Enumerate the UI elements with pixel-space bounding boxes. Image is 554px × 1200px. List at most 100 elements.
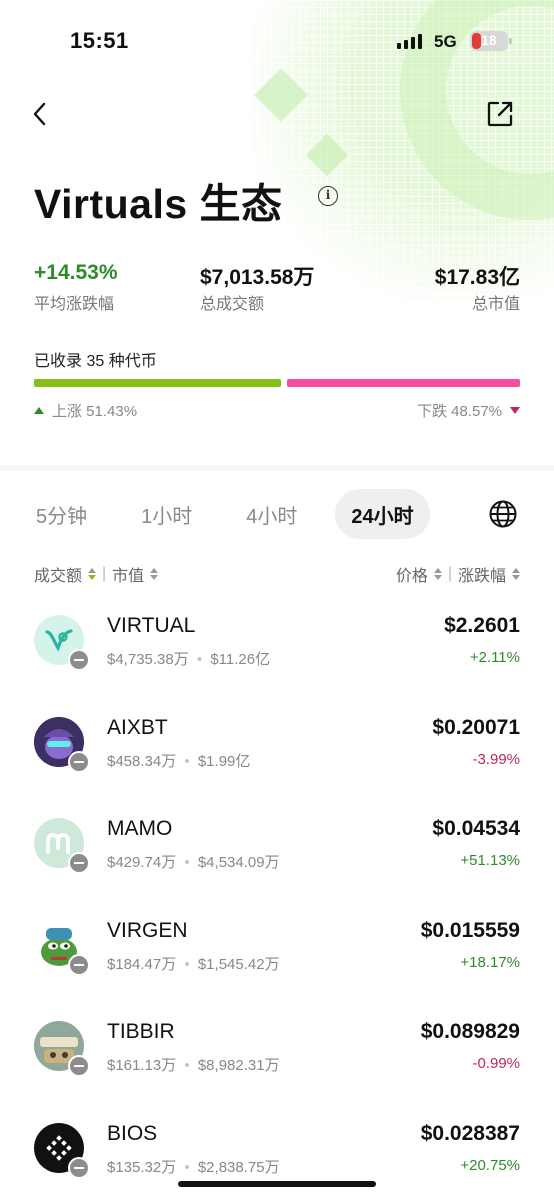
dot-separator: • — [184, 1057, 190, 1074]
total-market-cap-value: $17.83亿 — [434, 266, 520, 289]
up-ratio-bar — [34, 379, 281, 387]
token-volume: $4,735.38万 — [107, 651, 189, 668]
token-stats: $4,735.38万 • $11.26亿 — [107, 648, 270, 669]
globe-button[interactable] — [488, 499, 518, 529]
token-price: $0.015559 — [420, 918, 520, 942]
token-stats: $429.74万 • $4,534.09万 — [107, 851, 280, 872]
token-symbol: BIOS — [107, 1121, 158, 1145]
total-market-cap-label: 总市值 — [471, 296, 520, 313]
avg-change-value: +14.53% — [34, 261, 118, 284]
back-button[interactable] — [28, 100, 52, 128]
token-symbol: AIXBT — [107, 715, 168, 739]
token-volume: $458.34万 — [107, 752, 177, 770]
chain-badge-icon — [68, 649, 90, 671]
token-change: +20.75% — [460, 1156, 520, 1174]
dot-separator: • — [184, 752, 190, 770]
token-market-cap: $1.99亿 — [197, 752, 251, 770]
up-ratio-label: 上涨 51.43% — [52, 403, 138, 420]
token-stats: $458.34万 • $1.99亿 — [107, 750, 250, 771]
avg-change-label: 平均涨跌幅 — [34, 296, 115, 313]
signal-icon — [397, 33, 422, 49]
token-volume: $429.74万 — [107, 854, 177, 871]
share-button[interactable] — [486, 100, 514, 128]
down-ratio: 下跌 48.57% — [417, 400, 520, 421]
token-symbol: TIBBIR — [107, 1020, 175, 1043]
tab-1h[interactable]: 1小时 — [125, 489, 208, 539]
token-price: $0.04534 — [432, 817, 520, 840]
down-ratio-bar — [287, 379, 520, 387]
token-market-cap: $2,838.75万 — [197, 1158, 280, 1176]
sort-change[interactable]: 涨跌幅 — [458, 562, 506, 586]
sort-arrows-icon[interactable] — [433, 568, 442, 580]
token-change: -0.99% — [472, 1055, 520, 1072]
token-row[interactable]: AIXBT $458.34万 • $1.99亿 $0.20071 -3.99% — [0, 702, 554, 804]
token-volume: $161.13万 — [107, 1057, 177, 1074]
sort-left-group: 成交额 | 市值 — [34, 562, 159, 586]
token-market-cap: $8,982.31万 — [197, 1057, 280, 1074]
sort-divider: | — [102, 565, 107, 582]
token-market-cap: $1,545.42万 — [197, 955, 280, 973]
timeframe-tabs: 5分钟 1小时 4小时 24小时 — [20, 489, 452, 539]
token-symbol: MAMO — [107, 817, 173, 840]
token-volume: $135.32万 — [107, 1158, 177, 1176]
token-price: $0.028387 — [420, 1121, 520, 1145]
token-change: +2.11% — [469, 649, 520, 666]
down-triangle-icon — [510, 407, 520, 414]
token-change: +18.17% — [460, 953, 520, 971]
token-row[interactable]: TIBBIR $161.13万 • $8,982.31万 $0.089829 -… — [0, 1006, 554, 1108]
chain-badge-icon — [68, 852, 90, 874]
chain-badge-icon — [68, 953, 90, 976]
dot-separator: • — [184, 1158, 190, 1176]
status-time: 15:51 — [70, 28, 129, 53]
sort-market-cap[interactable]: 市值 — [112, 562, 144, 586]
token-change: +51.13% — [460, 852, 520, 869]
sort-arrows-icon[interactable] — [150, 568, 159, 580]
battery-icon: 18 — [470, 31, 512, 51]
token-list: VIRTUAL $4,735.38万 • $11.26亿 $2.2601 +2.… — [0, 600, 554, 1200]
total-volume-label: 总成交额 — [200, 296, 265, 313]
sort-price[interactable]: 价格 — [396, 562, 428, 586]
token-market-cap: $11.26亿 — [210, 651, 271, 668]
dot-separator: • — [184, 955, 190, 973]
token-change: -3.99% — [472, 750, 520, 768]
dot-separator: • — [184, 854, 190, 871]
token-price: $0.089829 — [420, 1020, 520, 1043]
chevron-left-icon — [33, 102, 46, 126]
dot-separator: • — [196, 651, 203, 668]
up-ratio: 上涨 51.43% — [34, 400, 137, 421]
token-volume: $184.47万 — [107, 955, 177, 973]
token-market-cap: $4,534.09万 — [197, 854, 280, 871]
sort-divider: | — [447, 565, 452, 582]
sort-arrows-icon[interactable] — [512, 568, 520, 580]
token-stats: $184.47万 • $1,545.42万 — [107, 953, 280, 974]
tab-4h[interactable]: 4小时 — [230, 489, 313, 539]
token-row[interactable]: VIRTUAL $4,735.38万 • $11.26亿 $2.2601 +2.… — [0, 600, 554, 702]
token-row[interactable]: MAMO $429.74万 • $4,534.09万 $0.04534 +51.… — [0, 803, 554, 905]
page-title: Virtuals 生态 — [34, 181, 283, 227]
home-indicator[interactable] — [178, 1181, 376, 1187]
token-price: $0.20071 — [432, 715, 520, 739]
token-row[interactable]: VIRGEN $184.47万 • $1,545.42万 $0.015559 +… — [0, 905, 554, 1007]
globe-icon — [489, 500, 517, 528]
external-link-icon — [487, 101, 513, 127]
token-price: $2.2601 — [444, 614, 520, 637]
token-stats: $161.13万 • $8,982.31万 — [107, 1054, 280, 1075]
section-divider — [0, 465, 554, 471]
token-symbol: VIRTUAL — [107, 614, 196, 637]
battery-level: 18 — [481, 32, 497, 48]
total-volume-value: $7,013.58万 — [200, 266, 315, 289]
info-icon[interactable]: i — [318, 186, 338, 206]
chain-badge-icon — [68, 1055, 90, 1077]
sort-volume[interactable]: 成交额 — [34, 562, 82, 586]
token-symbol: VIRGEN — [107, 918, 188, 942]
token-count: 已收录 35 种代币 — [34, 353, 157, 370]
down-ratio-label: 下跌 48.57% — [416, 403, 502, 420]
token-stats: $135.32万 • $2,838.75万 — [107, 1156, 280, 1177]
sort-arrows-icon[interactable] — [88, 568, 97, 580]
chain-badge-icon — [68, 750, 90, 773]
up-triangle-icon — [34, 407, 44, 414]
tab-5m[interactable]: 5分钟 — [20, 489, 103, 539]
tab-24h[interactable]: 24小时 — [335, 489, 430, 539]
chain-badge-icon — [68, 1156, 90, 1179]
sort-right-group: 价格 | 涨跌幅 — [396, 562, 520, 586]
